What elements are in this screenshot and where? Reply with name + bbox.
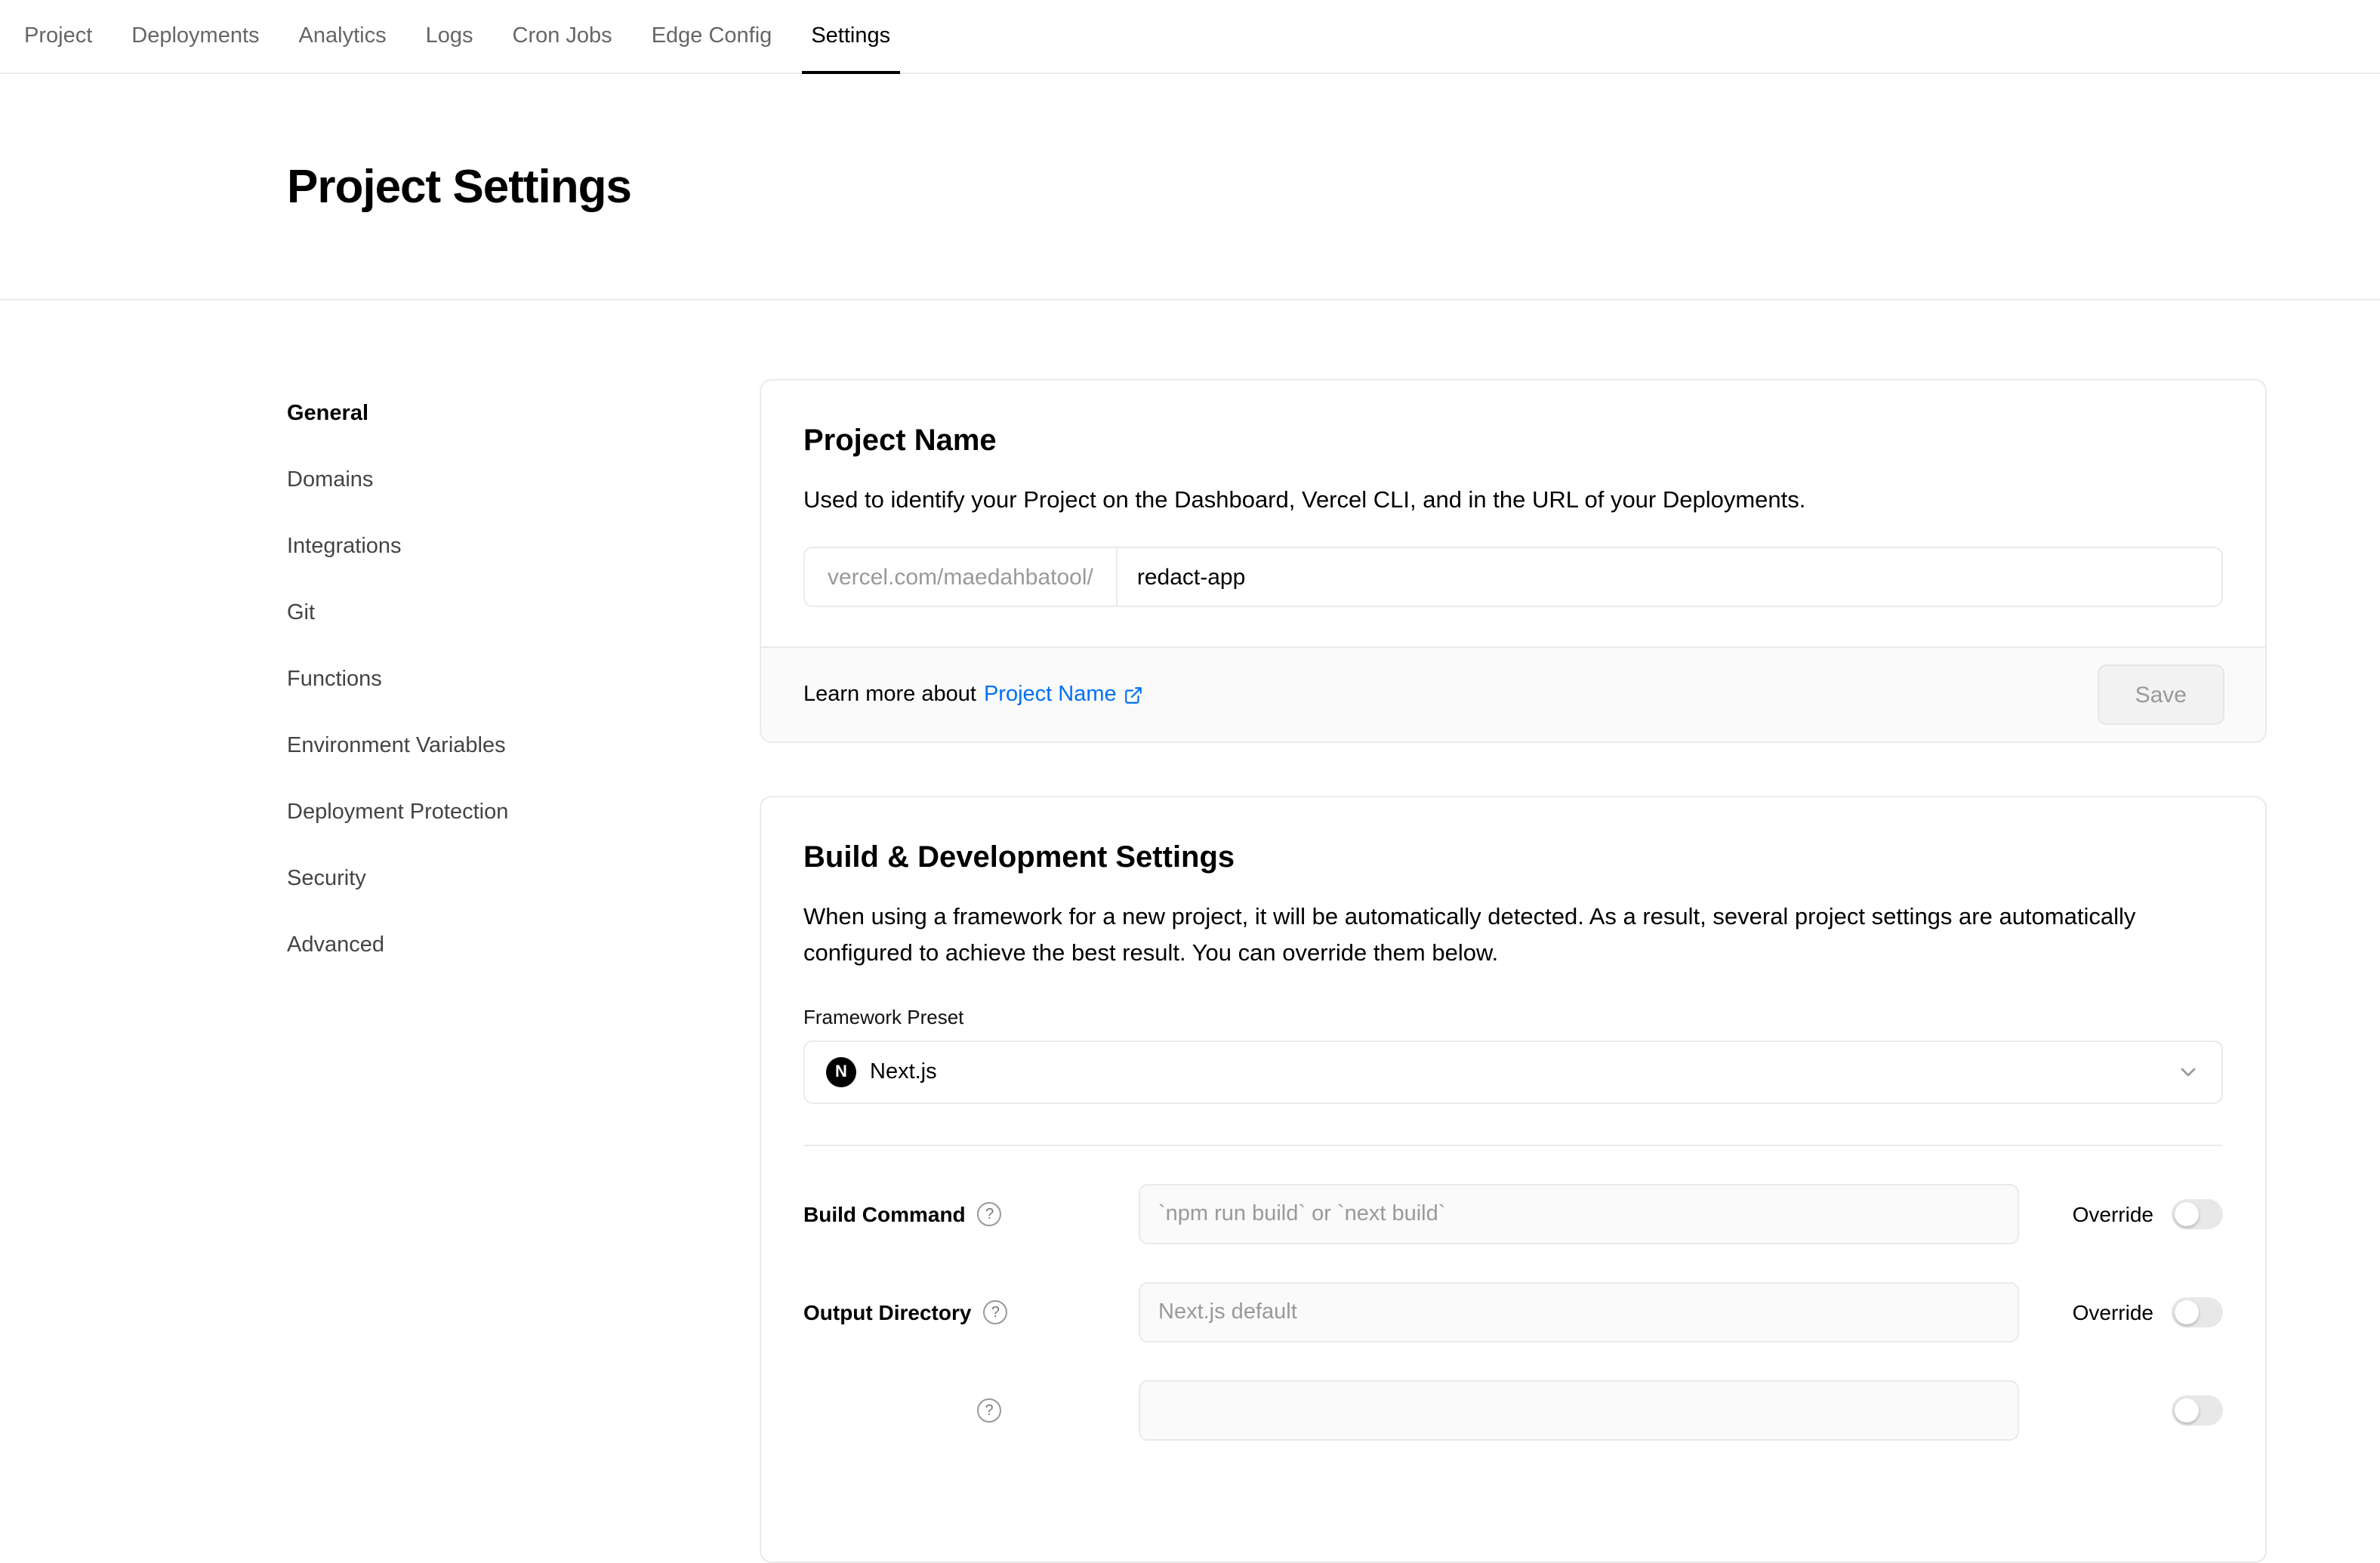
framework-preset-value: Next.js — [870, 1060, 937, 1084]
save-button[interactable]: Save — [2098, 664, 2224, 725]
project-name-card-title: Project Name — [803, 420, 2223, 462]
top-nav: Project Deployments Analytics Logs Cron … — [0, 0, 2380, 74]
help-icon[interactable]: ? — [977, 1398, 1001, 1423]
sidebar-item-integrations[interactable]: Integrations — [287, 513, 760, 580]
third-row-override-group — [2153, 1395, 2223, 1426]
output-directory-override-toggle[interactable] — [2172, 1297, 2223, 1327]
tab-edge-config[interactable]: Edge Config — [652, 0, 772, 72]
override-label: Override — [2073, 1300, 2153, 1324]
project-name-link-label: Project Name — [984, 683, 1117, 707]
sidebar-item-functions[interactable]: Functions — [287, 646, 760, 713]
build-command-label: Build Command — [803, 1202, 966, 1226]
override-label: Override — [2073, 1202, 2153, 1226]
framework-preset-select[interactable]: N Next.js — [803, 1040, 2223, 1104]
project-name-url-prefix: vercel.com/maedahbatool/ — [805, 548, 1118, 606]
page-header: Project Settings — [0, 74, 2380, 301]
toggle-knob — [2175, 1300, 2199, 1324]
settings-sidebar: General Domains Integrations Git Functio… — [287, 301, 760, 1563]
sidebar-item-advanced[interactable]: Advanced — [287, 912, 760, 979]
page-title: Project Settings — [287, 159, 631, 214]
tab-deployments[interactable]: Deployments — [131, 0, 259, 72]
tab-cron-jobs[interactable]: Cron Jobs — [513, 0, 612, 72]
build-command-override-group: Override — [2073, 1199, 2223, 1229]
tab-analytics[interactable]: Analytics — [299, 0, 387, 72]
build-command-row: Build Command ? Override — [803, 1184, 2223, 1244]
tab-logs[interactable]: Logs — [426, 0, 473, 72]
sidebar-item-git[interactable]: Git — [287, 580, 760, 646]
third-row-label-group: ? — [803, 1398, 1139, 1423]
output-directory-label-group: Output Directory ? — [803, 1300, 1139, 1324]
sidebar-item-general[interactable]: General — [287, 381, 760, 447]
output-directory-input[interactable] — [1139, 1282, 2019, 1343]
project-name-link[interactable]: Project Name — [984, 683, 1144, 707]
learn-more-prefix: Learn more about — [803, 683, 976, 707]
build-command-label-group: Build Command ? — [803, 1202, 1139, 1226]
build-command-override-toggle[interactable] — [2172, 1199, 2223, 1229]
third-row-override-toggle[interactable] — [2172, 1395, 2223, 1426]
help-icon[interactable]: ? — [978, 1202, 1002, 1226]
nextjs-logo-icon: N — [826, 1057, 856, 1087]
project-name-card-footer: Learn more about Project Name Save — [761, 646, 2265, 741]
output-directory-label: Output Directory — [803, 1300, 971, 1324]
sidebar-item-deployment-protection[interactable]: Deployment Protection — [287, 779, 760, 846]
build-command-input[interactable] — [1139, 1184, 2019, 1244]
third-setting-row: ? — [803, 1380, 2223, 1441]
sidebar-item-environment-variables[interactable]: Environment Variables — [287, 713, 760, 779]
settings-main: Project Name Used to identify your Proje… — [760, 301, 2267, 1563]
project-name-card: Project Name Used to identify your Proje… — [760, 379, 2267, 743]
divider — [803, 1145, 2223, 1146]
sidebar-item-security[interactable]: Security — [287, 846, 760, 912]
tab-project[interactable]: Project — [24, 0, 92, 72]
project-name-input-group: vercel.com/maedahbatool/ — [803, 547, 2223, 607]
toggle-knob — [2175, 1202, 2199, 1226]
external-link-icon — [1124, 685, 1144, 704]
page: Project Deployments Analytics Logs Cron … — [0, 0, 2380, 1420]
tab-settings[interactable]: Settings — [811, 0, 890, 72]
build-settings-description: When using a framework for a new project… — [803, 900, 2223, 973]
output-directory-row: Output Directory ? Override — [803, 1282, 2223, 1343]
output-directory-override-group: Override — [2073, 1297, 2223, 1327]
content: General Domains Integrations Git Functio… — [0, 301, 2380, 1563]
project-name-description: Used to identify your Project on the Das… — [803, 483, 2223, 519]
build-settings-card: Build & Development Settings When using … — [760, 796, 2267, 1563]
toggle-knob — [2175, 1398, 2199, 1423]
third-row-input[interactable] — [1139, 1380, 2019, 1441]
chevron-down-icon — [2176, 1060, 2200, 1084]
project-name-input[interactable] — [1118, 548, 2221, 606]
help-icon[interactable]: ? — [983, 1300, 1007, 1324]
learn-more-text: Learn more about Project Name — [803, 683, 1144, 707]
build-settings-card-title: Build & Development Settings — [803, 837, 2223, 879]
sidebar-item-domains[interactable]: Domains — [287, 447, 760, 513]
framework-preset-label: Framework Preset — [803, 1006, 2223, 1028]
